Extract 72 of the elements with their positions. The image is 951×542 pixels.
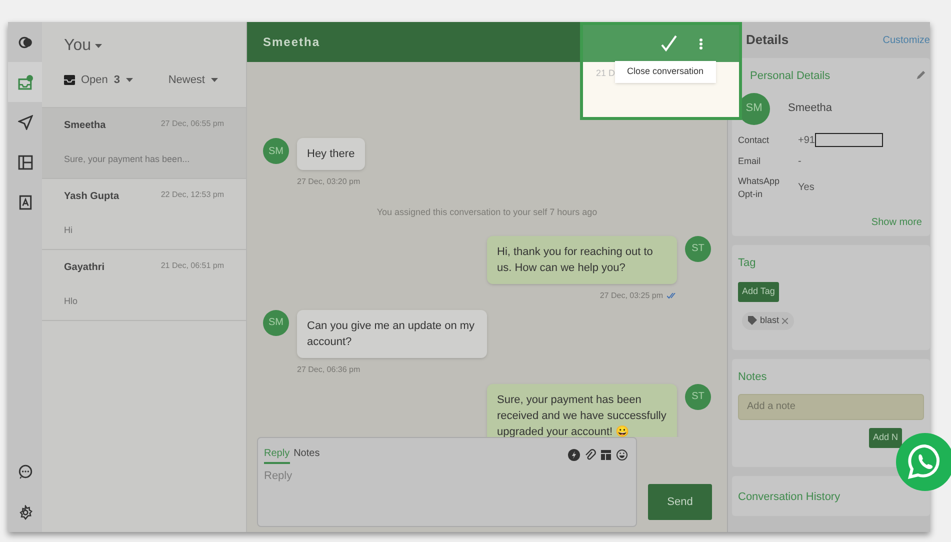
- contact-name: Smeetha: [788, 101, 832, 116]
- message-preview: Hi: [64, 224, 74, 237]
- field-value: Yes: [798, 181, 814, 195]
- contact-name: Smeetha: [263, 34, 320, 51]
- note-field[interactable]: Add a note: [738, 394, 924, 420]
- message-preview: Sure, your payment has been...: [64, 153, 191, 166]
- timestamp: 27 Dec, 06:36 pm: [297, 364, 360, 376]
- customize-link[interactable]: Customize: [882, 32, 930, 48]
- add-note-button[interactable]: Add N: [868, 428, 902, 448]
- contacts-icon[interactable]: [18, 194, 32, 210]
- composer-tab[interactable]: Reply: [264, 446, 290, 464]
- layout-icon[interactable]: [18, 154, 32, 170]
- paperclip-icon[interactable]: [584, 449, 596, 461]
- field-label: Contact: [738, 134, 770, 146]
- timestamp: 27 Dec, 03:20 pm: [297, 176, 360, 188]
- reply-field[interactable]: Reply: [264, 468, 292, 484]
- emoji-icon[interactable]: [616, 449, 628, 461]
- field-label: Email: [738, 154, 762, 168]
- card-title: Tag: [738, 256, 757, 271]
- message-bubble: Hi, thank you for reaching out to us. How can we help you?: [487, 236, 677, 284]
- template-icon[interactable]: [600, 449, 612, 461]
- timestamp: 27 Dec, 03:25 pm: [600, 290, 663, 302]
- tag-icon: [748, 316, 757, 325]
- caret-icon: [95, 44, 102, 48]
- show-more-link[interactable]: Show more: [871, 214, 922, 230]
- conversation-item[interactable]: Smeetha 27 Dec, 06:55 pm Sure, your payment has been...: [42, 108, 246, 179]
- avatar: ST: [685, 236, 711, 262]
- send-icon[interactable]: [18, 114, 32, 130]
- conversation-item[interactable]: Gayathri 21 Dec, 06:51 pm Hlo: [42, 250, 246, 321]
- tag-label: blast: [760, 314, 780, 327]
- timestamp: 22 Dec, 12:53 pm: [160, 189, 224, 201]
- inbox-icon[interactable]: [18, 74, 32, 90]
- details-title: Details: [746, 31, 789, 50]
- avatar: SM: [263, 310, 289, 336]
- message-bubble: Sure, your payment has been received and we have successfully upgraded your account! 😀: [487, 384, 677, 437]
- message-bubble: Hey there: [297, 138, 365, 170]
- contact-name: Gayathri: [64, 261, 105, 275]
- conversation-item[interactable]: Yash Gupta 22 Dec, 12:53 pm Hi: [42, 179, 246, 250]
- contact-name: Smeetha: [64, 119, 106, 133]
- avatar: ST: [685, 384, 711, 410]
- message-bubble: Can you give me an update on my account?: [297, 310, 487, 358]
- field-value: +91: [798, 134, 815, 148]
- whatsapp-icon[interactable]: [896, 432, 951, 492]
- timestamp: 21 D: [596, 67, 616, 80]
- edit-icon[interactable]: [915, 70, 926, 81]
- more-icon[interactable]: [699, 38, 703, 50]
- caret-icon: [211, 78, 218, 82]
- message-preview: Hlo: [64, 295, 79, 308]
- inbox-icon: [64, 75, 75, 86]
- send-button[interactable]: Send: [648, 484, 712, 520]
- sort-dropdown[interactable]: Newest: [168, 72, 218, 88]
- settings-icon[interactable]: [18, 505, 32, 520]
- timestamp: 27 Dec, 06:55 pm: [160, 118, 224, 130]
- tooltip: Close conversation: [615, 61, 716, 82]
- lightning-icon[interactable]: [568, 449, 580, 461]
- owner-dropdown[interactable]: You: [64, 34, 102, 58]
- check-icon[interactable]: [659, 34, 679, 54]
- add-tag-button[interactable]: Add Tag: [738, 282, 779, 302]
- field-value: -: [798, 154, 802, 168]
- timestamp: 21 Dec, 06:51 pm: [160, 260, 224, 272]
- toggle-icon[interactable]: [18, 34, 32, 50]
- caret-icon: [126, 78, 134, 82]
- field-label: WhatsApp Opt-in: [738, 174, 781, 200]
- avatar: SM: [263, 138, 289, 164]
- card-title: Conversation History: [738, 491, 840, 503]
- chat-icon[interactable]: [18, 464, 32, 479]
- composer-tab[interactable]: Notes: [294, 446, 320, 464]
- card-title: Notes: [738, 370, 768, 385]
- card-title: Personal Details: [750, 69, 830, 84]
- status-filter[interactable]: Open 3: [64, 72, 134, 88]
- contact-name: Yash Gupta: [64, 190, 120, 204]
- system-message: You assigned this conversation to your self 7 hours ago: [376, 206, 598, 219]
